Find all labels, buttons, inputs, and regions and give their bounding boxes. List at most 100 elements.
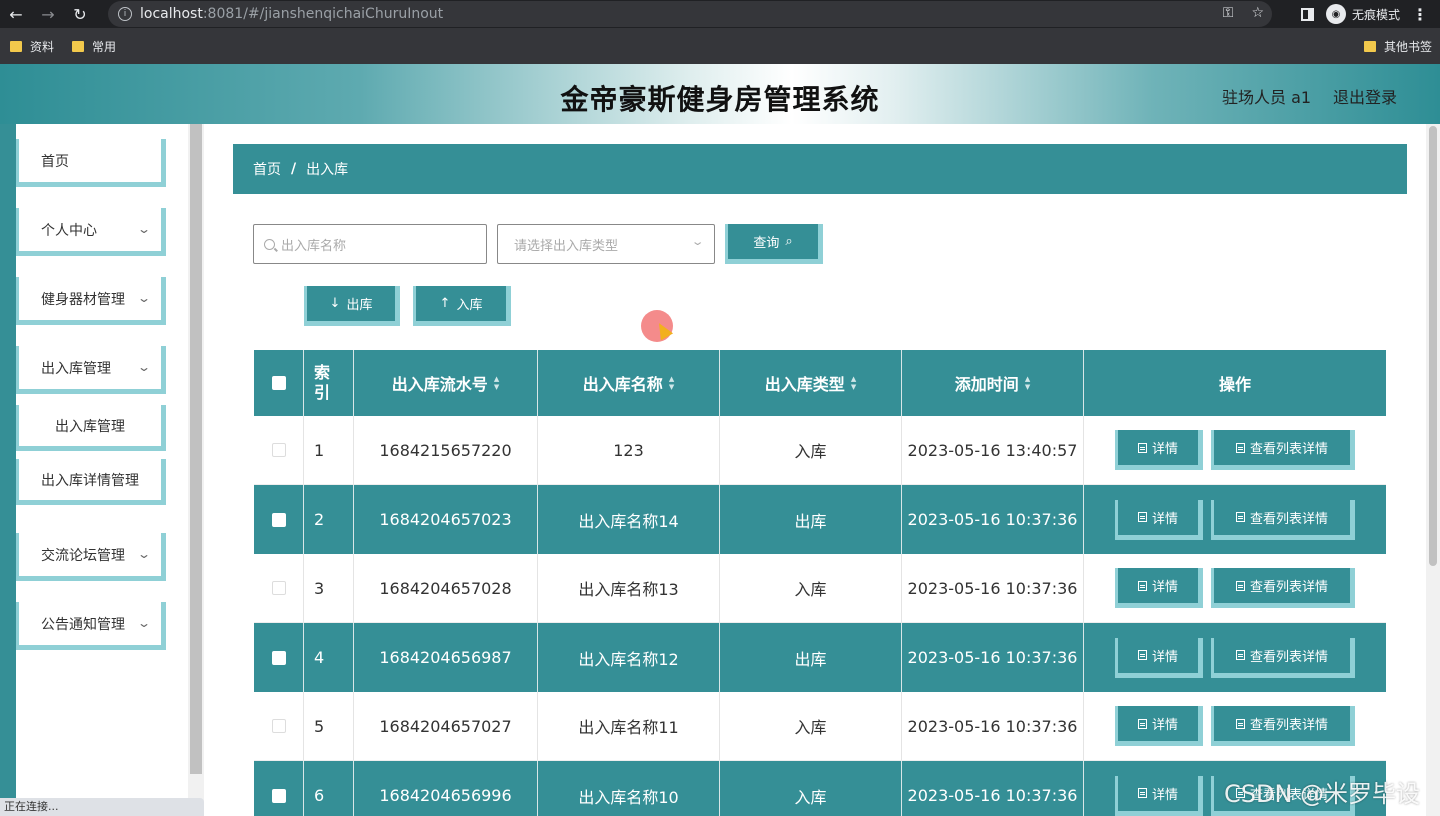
cell-time: 2023-05-16 10:37:36 xyxy=(902,623,1084,692)
cell-type: 入库 xyxy=(720,416,902,485)
query-button[interactable]: 查询 ⌕ xyxy=(725,224,823,264)
page-scrollbar[interactable] xyxy=(1426,124,1440,816)
list-detail-button[interactable]: 查看列表详情 xyxy=(1211,499,1355,540)
scroll-thumb[interactable] xyxy=(1429,126,1437,566)
search-name-input[interactable]: 出入库名称 xyxy=(253,224,487,264)
sort-icon[interactable]: ▲ ▼ xyxy=(669,375,674,391)
cell-serial: 1684215657220 xyxy=(354,416,538,485)
watermark: CSDN @米罗毕设 xyxy=(1224,780,1421,808)
list-detail-button[interactable]: 查看列表详情 xyxy=(1211,568,1355,608)
sidebar-item-notice[interactable]: 公告通知管理 ⌄ xyxy=(16,602,166,650)
cell-time: 2023-05-16 10:37:36 xyxy=(902,554,1084,623)
stock-out-button[interactable]: ↓ 出库 xyxy=(304,286,400,326)
cell-serial: 1684204657028 xyxy=(354,554,538,623)
reload-icon[interactable]: ↻ xyxy=(64,0,96,28)
bookmark-folder[interactable]: 资料 xyxy=(10,38,54,55)
key-icon[interactable]: ⚿ xyxy=(1223,5,1234,21)
document-icon xyxy=(1137,442,1147,453)
sort-icon[interactable]: ▲ ▼ xyxy=(494,375,499,391)
row-checkbox[interactable] xyxy=(271,443,286,457)
detail-button[interactable]: 详情 xyxy=(1115,775,1203,816)
browser-toolbar: ← → ↻ i localhost:8081/#/jianshenqichaiC… xyxy=(0,0,1440,28)
header-serial[interactable]: 出入库流水号 ▲ ▼ xyxy=(354,350,538,416)
table-row: 1 1684215657220 123 入库 2023-05-16 13:40:… xyxy=(254,416,1386,485)
incognito-indicator[interactable]: ◉ 无痕模式 xyxy=(1325,4,1400,24)
row-checkbox[interactable] xyxy=(271,512,286,527)
submenu-item-inout-detail[interactable]: 出入库详情管理 xyxy=(16,459,166,505)
cell-name: 123 xyxy=(538,416,720,485)
sidebar-item-forum[interactable]: 交流论坛管理 ⌄ xyxy=(16,533,166,581)
table-header: 索 引 出入库流水号 ▲ ▼ 出入库名称 ▲ ▼ 出入库类型 ▲ ▼ 添加时间 ▲ ▼ 操作 xyxy=(254,350,1386,416)
detail-button[interactable]: 详情 xyxy=(1115,568,1203,608)
detail-button[interactable]: 详情 xyxy=(1115,706,1203,746)
select-placeholder: 请选择出入库类型 xyxy=(514,238,619,254)
scroll-thumb[interactable] xyxy=(190,124,202,774)
search-placeholder: 出入库名称 xyxy=(281,238,347,254)
detail-button[interactable]: 详情 xyxy=(1115,499,1203,540)
document-icon xyxy=(1235,512,1245,522)
sidebar-item-label: 首页 xyxy=(41,153,69,170)
row-checkbox[interactable] xyxy=(271,581,286,595)
cell-name: 出入库名称14 xyxy=(538,485,720,554)
header-name[interactable]: 出入库名称 ▲ ▼ xyxy=(538,350,720,416)
menu-icon[interactable]: ⋮ xyxy=(1412,5,1428,24)
row-checkbox[interactable] xyxy=(271,719,286,733)
header-time[interactable]: 添加时间 ▲ ▼ xyxy=(902,350,1084,416)
info-icon[interactable]: i xyxy=(118,7,132,21)
sidebar-item-home[interactable]: 首页 xyxy=(16,139,166,187)
cell-serial: 1684204657027 xyxy=(354,692,538,761)
sort-icon[interactable]: ▲ ▼ xyxy=(1025,375,1030,391)
bookmark-folder[interactable]: 常用 xyxy=(72,38,116,55)
browser-status: 正在连接... xyxy=(0,798,204,816)
sidebar-item-label: 公告通知管理 xyxy=(41,616,125,633)
sidebar-item-label: 个人中心 xyxy=(41,222,97,239)
list-detail-button[interactable]: 查看列表详情 xyxy=(1211,430,1355,470)
submenu-item-inout-manage[interactable]: 出入库管理 xyxy=(16,405,166,451)
sort-icon[interactable]: ▲ ▼ xyxy=(851,375,856,391)
cell-time: 2023-05-16 10:37:36 xyxy=(902,485,1084,554)
search-icon xyxy=(264,238,275,250)
star-icon[interactable]: ☆ xyxy=(1251,5,1264,21)
cell-time: 2023-05-16 10:37:36 xyxy=(902,761,1084,816)
type-select[interactable]: 请选择出入库类型 ⌄ xyxy=(497,224,715,264)
detail-button[interactable]: 详情 xyxy=(1115,637,1203,678)
header-select-all xyxy=(254,350,304,416)
document-icon xyxy=(1137,788,1147,798)
document-icon xyxy=(1137,650,1147,660)
stock-in-button[interactable]: ↑ 入库 xyxy=(413,286,511,326)
url-text: localhost:8081/#/jianshenqichaiChuruInou… xyxy=(140,6,444,22)
cell-name: 出入库名称11 xyxy=(538,692,720,761)
list-detail-button[interactable]: 查看列表详情 xyxy=(1211,706,1355,746)
sidebar-item-inout[interactable]: 出入库管理 ⌄ xyxy=(16,346,166,394)
logout-link[interactable]: 退出登录 xyxy=(1333,84,1397,108)
sidebar-item-profile[interactable]: 个人中心 ⌄ xyxy=(16,208,166,256)
document-icon xyxy=(1137,718,1147,729)
forward-icon[interactable]: → xyxy=(32,0,64,28)
cell-serial: 1684204656996 xyxy=(354,761,538,816)
sidebar-scrollbar[interactable] xyxy=(188,124,204,816)
chevron-down-icon: ⌄ xyxy=(136,616,152,630)
side-panel-icon[interactable] xyxy=(1300,7,1314,21)
header-ops: 操作 xyxy=(1218,375,1251,394)
sidebar-item-label: 健身器材管理 xyxy=(41,291,125,308)
chevron-down-icon: ⌄ xyxy=(136,291,152,305)
other-bookmarks[interactable]: 其他书签 xyxy=(1363,38,1432,55)
folder-icon xyxy=(10,40,22,52)
list-detail-button[interactable]: 查看列表详情 xyxy=(1211,637,1355,678)
arrow-down-icon: ↓ xyxy=(329,296,341,311)
chevron-down-icon: ⌄ xyxy=(136,360,152,374)
row-checkbox[interactable] xyxy=(271,650,286,665)
sidebar-item-equipment[interactable]: 健身器材管理 ⌄ xyxy=(16,277,166,325)
checkbox[interactable] xyxy=(271,376,286,390)
table-row: 3 1684204657028 出入库名称13 入库 2023-05-16 10… xyxy=(254,554,1386,623)
app-header: 金帝豪斯健身房管理系统 驻场人员 a1 退出登录 xyxy=(0,64,1440,124)
back-icon[interactable]: ← xyxy=(0,0,32,28)
table-row: 6 1684204656996 出入库名称10 入库 2023-05-16 10… xyxy=(254,761,1386,816)
cell-index: 5 xyxy=(304,692,354,761)
detail-button[interactable]: 详情 xyxy=(1115,430,1203,470)
address-bar[interactable]: i localhost:8081/#/jianshenqichaiChuruIn… xyxy=(108,1,1272,27)
breadcrumb-home[interactable]: 首页 xyxy=(253,159,281,179)
breadcrumb-separator: / xyxy=(291,161,297,177)
header-type[interactable]: 出入库类型 ▲ ▼ xyxy=(720,350,902,416)
row-checkbox[interactable] xyxy=(271,788,286,803)
